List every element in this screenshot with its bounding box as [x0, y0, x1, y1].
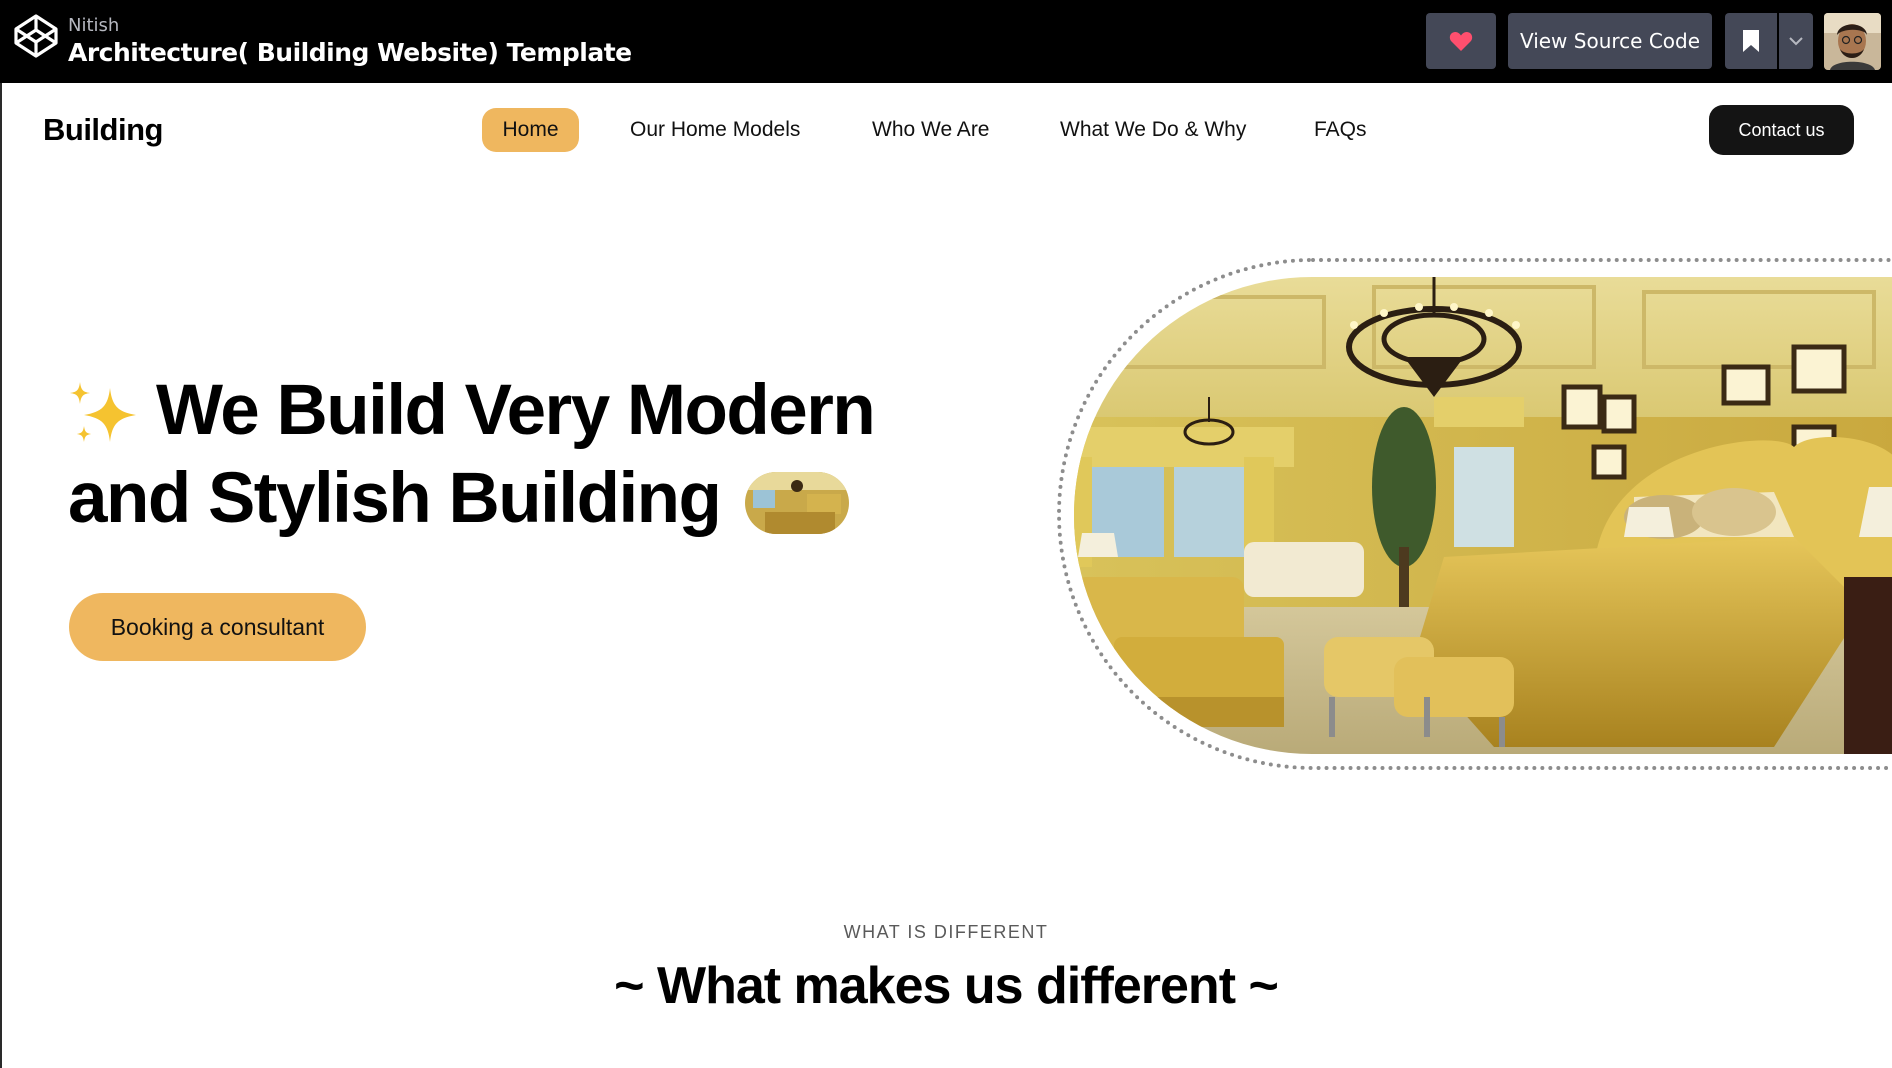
hero-headline-line2: and Stylish Building [68, 459, 722, 538]
bookmark-icon [1743, 30, 1759, 52]
love-button[interactable] [1426, 13, 1496, 69]
nav-our-home-models[interactable]: Our Home Models [630, 108, 800, 152]
booking-consultant-button[interactable]: Booking a consultant [69, 593, 366, 661]
preview-frame-edge [0, 83, 2, 1068]
heart-icon [1449, 31, 1473, 51]
nav-home[interactable]: Home [482, 108, 579, 152]
contact-us-button[interactable]: Contact us [1709, 105, 1854, 155]
hero-headline-line1: We Build Very Modern [156, 371, 876, 450]
avatar-image [1824, 13, 1881, 70]
section-eyebrow: WHAT IS DIFFERENT [843, 922, 1049, 942]
nav-what-we-do[interactable]: What We Do & Why [1060, 108, 1246, 152]
chevron-down-icon [1789, 36, 1803, 45]
bookmark-dropdown-button[interactable] [1779, 13, 1813, 69]
bookmark-button[interactable] [1725, 13, 1777, 69]
site-brand[interactable]: Building [43, 112, 163, 148]
nav-faqs[interactable]: FAQs [1314, 108, 1367, 152]
view-source-button[interactable]: View Source Code [1508, 13, 1712, 69]
sparkles-icon [70, 382, 136, 442]
nav-who-we-are[interactable]: Who We Are [872, 108, 990, 152]
codepen-logo-icon[interactable] [12, 12, 60, 60]
codepen-header: Nitish Architecture( Building Website) T… [0, 0, 1892, 83]
user-avatar[interactable] [1824, 13, 1881, 70]
pen-title: Architecture( Building Website) Template [68, 38, 632, 67]
hero-thumbnail-image [745, 472, 849, 534]
pen-author[interactable]: Nitish [68, 15, 119, 36]
section-title: ~ What makes us different ~ [614, 957, 1279, 1015]
hero-bedroom-image [1074, 277, 1892, 754]
